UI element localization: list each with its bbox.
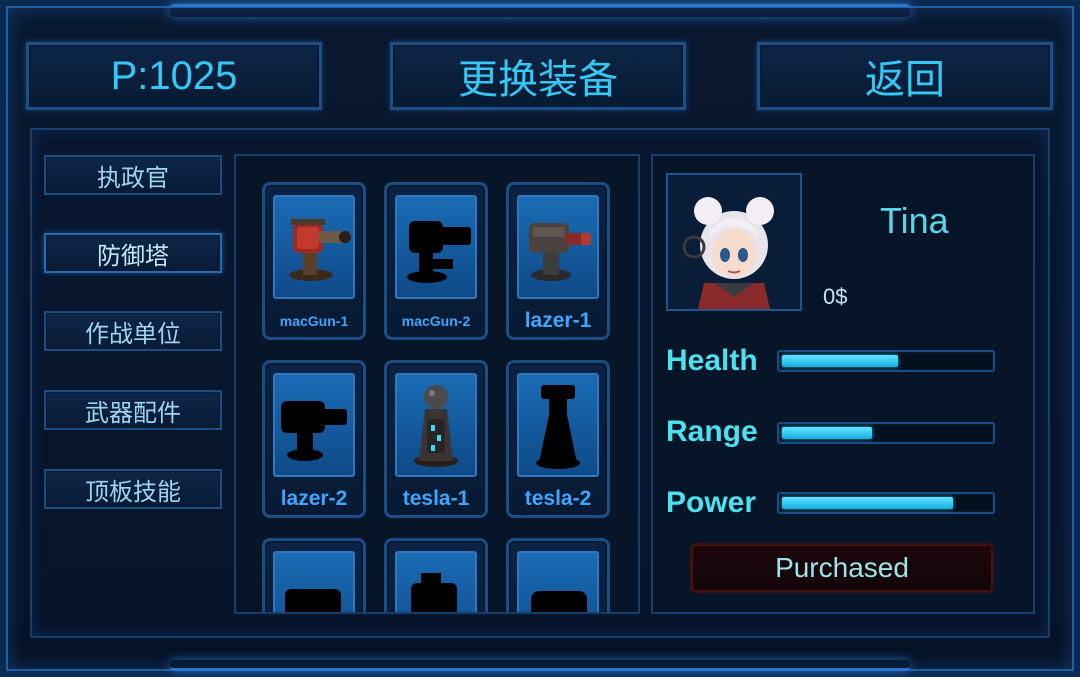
stat-fill-power [782,497,953,509]
item-card-partial-1[interactable] [262,538,366,612]
item-card-macgun-1[interactable]: macGun-1 [262,182,366,340]
category-tower[interactable]: 防御塔 [44,233,222,273]
category-archon[interactable]: 执政官 [44,155,222,195]
category-weapon-parts[interactable]: 武器配件 [44,390,222,430]
item-card-tesla-1[interactable]: tesla-1 [384,360,488,518]
stat-fill-health [782,355,898,367]
item-label: tesla-1 [402,487,470,510]
item-label: tesla-2 [524,487,592,510]
stat-bar-power [777,492,995,514]
locked-silhouette-icon [273,551,355,612]
item-card-tesla-2[interactable]: tesla-2 [506,360,610,518]
stat-label-health: Health [666,344,758,377]
category-units[interactable]: 作战单位 [44,311,222,351]
back-button[interactable]: 返回 [757,42,1053,110]
item-label: lazer-1 [524,309,592,332]
item-label: macGun-2 [401,313,471,329]
hero-price: 0$ [823,284,848,309]
item-label: lazer-2 [280,487,348,510]
item-card-macgun-2[interactable]: macGun-2 [384,182,488,340]
locked-silhouette-icon [273,373,355,477]
stat-label-power: Power [666,486,757,519]
lazer-turret-icon [517,195,599,299]
locked-silhouette-icon [395,551,477,612]
frame-top-glow [170,4,910,17]
category-roof-skills[interactable]: 顶板技能 [44,469,222,509]
points-display: P:1025 [26,42,322,110]
item-card-lazer-1[interactable]: lazer-1 [506,182,610,340]
stat-bar-range [777,422,995,444]
locked-silhouette-icon [517,551,599,612]
hero-name: Tina [880,200,949,241]
frame-bottom-glow [170,660,910,671]
change-equipment-title[interactable]: 更换装备 [390,42,686,110]
stat-label-range: Range [666,415,758,448]
item-grid[interactable]: macGun-1 macGun-2 lazer-1 lazer-2 tesla-… [234,154,640,614]
item-label: macGun-1 [279,313,349,329]
stat-bar-health [777,350,995,372]
purchased-button[interactable]: Purchased [690,543,994,593]
stat-fill-range [782,427,872,439]
item-card-partial-3[interactable] [506,538,610,612]
hero-portrait [666,173,802,311]
item-card-partial-2[interactable] [384,538,488,612]
tesla-tower-icon [395,373,477,477]
locked-silhouette-icon [395,195,477,299]
item-card-lazer-2[interactable]: lazer-2 [262,360,366,518]
macgun-turret-icon [273,195,355,299]
locked-silhouette-icon [517,373,599,477]
